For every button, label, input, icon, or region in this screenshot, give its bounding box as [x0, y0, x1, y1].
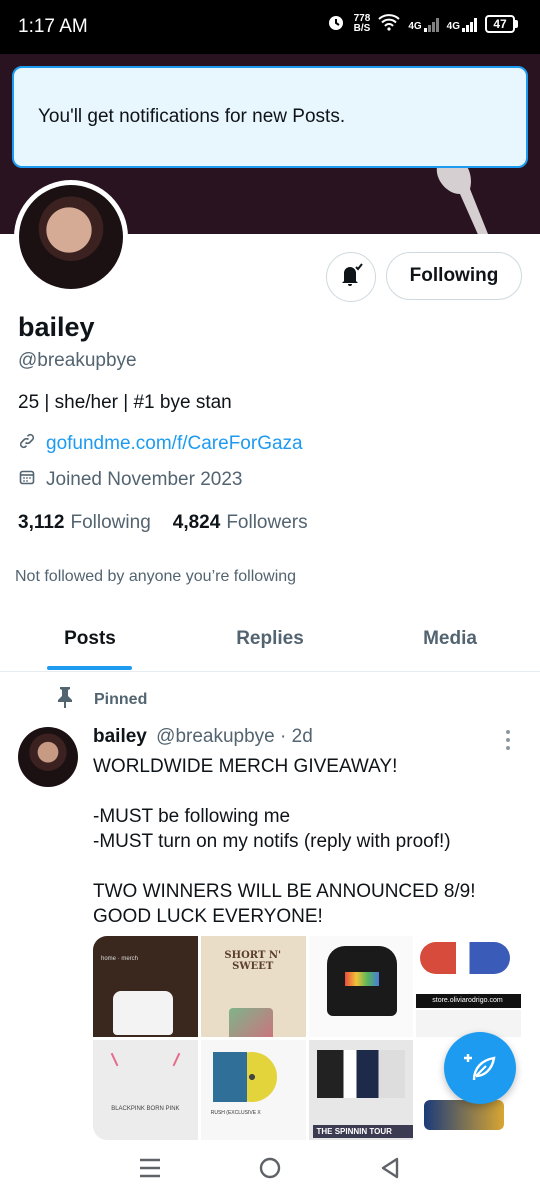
notification-toast: You'll get notifications for new Posts.: [12, 66, 528, 168]
signal-bars-icon: [423, 16, 439, 32]
profile-tabs: Posts Replies Media: [0, 606, 540, 672]
media-tile-label: store.oliviarodrigo.com: [416, 994, 521, 1008]
pinned-label: Pinned: [94, 690, 148, 708]
tab-replies[interactable]: Replies: [180, 606, 360, 671]
net-speed-unit: B/S: [353, 22, 371, 34]
tab-media[interactable]: Media: [360, 606, 540, 671]
media-tile-born-pink[interactable]: BLACKPINK BORN PINK: [93, 1039, 198, 1140]
back-button[interactable]: [370, 1150, 410, 1190]
pin-icon: [56, 686, 74, 713]
status-icons: 778 B/S 4G 4G 47: [326, 12, 518, 35]
post-author-name[interactable]: bailey: [93, 726, 147, 747]
media-tile-vinyl[interactable]: RUSH (EXCLUSIVE X: [200, 1039, 306, 1140]
media-tile-merch-shirt[interactable]: home · merch: [93, 936, 198, 1037]
compose-post-button[interactable]: [444, 1032, 516, 1104]
net-speed-value: 778: [353, 12, 371, 24]
wifi-icon: [378, 13, 400, 34]
calendar-icon: [18, 468, 36, 492]
home-button[interactable]: [250, 1150, 290, 1190]
pinned-label-row: Pinned: [56, 686, 147, 713]
profile-avatar[interactable]: [14, 180, 128, 294]
profile-handle: @breakupbye: [18, 350, 137, 371]
compose-feather-icon: [462, 1048, 498, 1089]
joined-date: Joined November 2023: [46, 469, 243, 490]
signal-bars-icon: [462, 16, 477, 32]
back-triangle-icon: [379, 1156, 401, 1185]
post-author-handle: @breakupbye: [156, 726, 275, 747]
media-tile-spinnin-tour[interactable]: THE SPINNIN TOUR: [308, 1039, 414, 1140]
status-bar: 1:17 AM 778 B/S 4G 4G 47: [0, 0, 540, 54]
notifications-bell-button[interactable]: [326, 252, 376, 302]
link-icon: [18, 432, 36, 456]
menu-icon: [138, 1157, 162, 1184]
media-tile-label: RUSH (EXCLUSIVE X: [210, 1109, 261, 1116]
network-type-1: 4G: [408, 20, 422, 32]
media-tile-hoodie[interactable]: [308, 936, 414, 1037]
media-tile-label: THE SPINNIN TOUR: [312, 1125, 414, 1138]
joined-row: Joined November 2023: [18, 468, 242, 492]
following-count: 3,112: [18, 512, 65, 533]
post-text: WORLDWIDE MERCH GIVEAWAY! -MUST be follo…: [93, 756, 476, 927]
battery-level: 47: [485, 14, 515, 33]
profile-link[interactable]: gofundme.com/f/CareForGaza: [46, 433, 303, 455]
net-speed: 778 B/S: [353, 12, 371, 34]
tab-posts[interactable]: Posts: [0, 606, 180, 671]
not-followed-note: Not followed by anyone you’re following: [15, 568, 297, 585]
cell-signal-2: 4G: [447, 16, 477, 32]
system-nav-bar: [0, 1140, 540, 1200]
more-options-icon[interactable]: [506, 730, 510, 750]
followers-stat[interactable]: 4,824 Followers: [173, 512, 308, 534]
cell-signal-1: 4G: [408, 16, 439, 32]
home-circle-icon: [258, 1156, 282, 1185]
post-author-avatar[interactable]: [18, 727, 78, 787]
post-header: bailey @breakupbye · 2d: [93, 726, 313, 748]
post-media-grid[interactable]: home · merch SHORT N' SWEET store.olivia…: [93, 936, 521, 1140]
network-type-2: 4G: [446, 20, 460, 32]
followers-label: Followers: [226, 512, 308, 533]
profile-name: bailey: [18, 312, 95, 342]
recents-button[interactable]: [130, 1150, 170, 1190]
profile-link-row[interactable]: gofundme.com/f/CareForGaza: [18, 432, 303, 456]
battery-icon: 47: [485, 14, 518, 33]
following-button[interactable]: Following: [386, 252, 522, 300]
alarm-icon: [326, 12, 346, 35]
following-stat[interactable]: 3,112 Following: [18, 512, 151, 534]
following-label: Following: [70, 512, 151, 533]
status-time: 1:17 AM: [18, 16, 88, 37]
active-tab-indicator: [47, 666, 132, 670]
media-tile-store[interactable]: store.oliviarodrigo.com: [416, 936, 521, 1037]
follow-stats: 3,112 Following 4,824 Followers: [18, 512, 308, 534]
bell-check-icon: [337, 261, 365, 294]
media-tile-label: SHORT N' SWEET: [224, 950, 282, 972]
toast-text: You'll get notifications for new Posts.: [38, 106, 346, 127]
media-tile-label: BLACKPINK BORN PINK: [111, 1105, 180, 1112]
media-tile-short-n-sweet[interactable]: SHORT N' SWEET: [200, 936, 306, 1037]
media-tile-label: home · merch: [101, 956, 139, 962]
followers-count: 4,824: [172, 512, 221, 533]
profile-bio: 25 | she/her | #1 bye stan: [18, 392, 232, 413]
avatar-image: [19, 185, 123, 289]
post-time: · 2d: [280, 726, 313, 747]
